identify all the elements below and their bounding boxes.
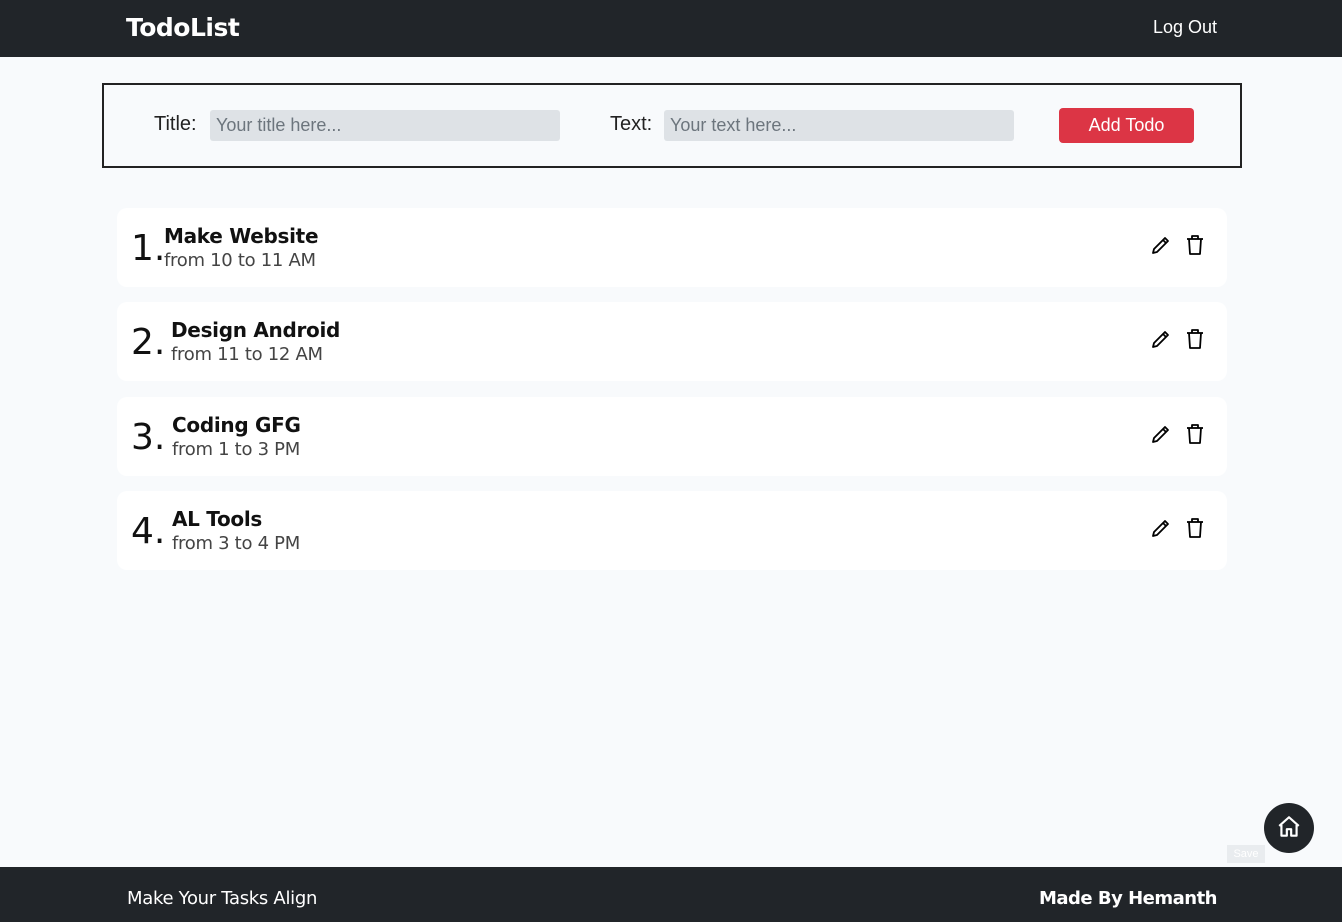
home-button[interactable] — [1264, 803, 1314, 853]
todo-number: 4. — [131, 511, 166, 552]
logout-link[interactable]: Log Out — [1153, 17, 1217, 38]
navbar: TodoList Log Out — [0, 0, 1342, 57]
todo-item: 2. Design Android from 11 to 12 AM — [117, 302, 1227, 381]
title-label: Title: — [154, 113, 197, 135]
todo-item: 1. Make Website from 10 to 11 AM — [117, 208, 1227, 287]
todo-item: 3. Coding GFG from 1 to 3 PM — [117, 397, 1227, 476]
todo-number: 1. — [131, 228, 166, 269]
todo-title: AL Tools — [172, 507, 263, 531]
trash-icon[interactable] — [1183, 422, 1207, 446]
footer: Make Your Tasks Align Made By Hemanth — [0, 867, 1342, 922]
brand-logo[interactable]: TodoList — [126, 13, 240, 42]
title-input[interactable] — [210, 110, 560, 141]
todo-text: from 3 to 4 PM — [172, 533, 300, 554]
trash-icon[interactable] — [1183, 516, 1207, 540]
trash-icon[interactable] — [1183, 327, 1207, 351]
footer-credit: Made By Hemanth — [1038, 888, 1218, 909]
todo-text: from 11 to 12 AM — [171, 344, 323, 365]
todo-text: from 1 to 3 PM — [172, 439, 300, 460]
save-button[interactable]: Save — [1227, 845, 1265, 863]
todo-title: Design Android — [171, 318, 341, 342]
pencil-icon[interactable] — [1149, 327, 1173, 351]
text-label: Text: — [610, 113, 653, 135]
text-input[interactable] — [664, 110, 1014, 141]
footer-tagline: Make Your Tasks Align — [127, 888, 318, 909]
todo-number: 3. — [131, 417, 166, 458]
trash-icon[interactable] — [1183, 233, 1207, 257]
todo-number: 2. — [131, 322, 166, 363]
add-todo-button[interactable]: Add Todo — [1059, 108, 1194, 143]
todo-title: Coding GFG — [172, 413, 301, 437]
pencil-icon[interactable] — [1149, 516, 1173, 540]
todo-title: Make Website — [164, 224, 319, 248]
pencil-icon[interactable] — [1149, 233, 1173, 257]
todo-text: from 10 to 11 AM — [164, 250, 316, 271]
pencil-icon[interactable] — [1149, 422, 1173, 446]
add-todo-form: Title: Text: Add Todo — [102, 83, 1242, 168]
todo-item: 4. AL Tools from 3 to 4 PM — [117, 491, 1227, 570]
todo-list: 1. Make Website from 10 to 11 AM 2. Desi… — [102, 170, 1242, 842]
